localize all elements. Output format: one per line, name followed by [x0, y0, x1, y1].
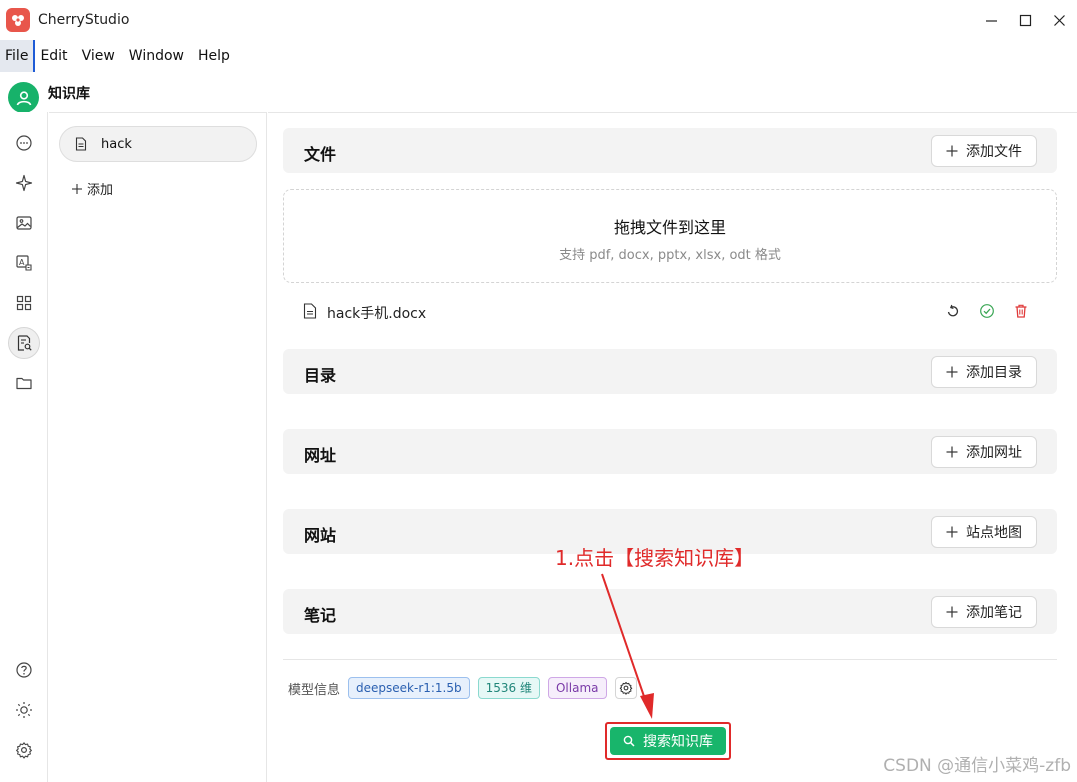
sidebar-item-knowledge[interactable]: [8, 327, 40, 359]
section-url: 网址 添加网址: [283, 429, 1057, 474]
sidebar-item-translate[interactable]: A: [8, 247, 40, 279]
dropzone-subtitle: 支持 pdf, docx, pptx, xlsx, odt 格式: [559, 248, 781, 263]
section-title: 文件: [304, 145, 337, 164]
knowledge-base-list: hack 添加: [49, 112, 267, 782]
sparkle-icon: [15, 174, 33, 192]
document-icon: [75, 137, 87, 151]
add-note-button[interactable]: 添加笔记: [931, 596, 1037, 628]
svg-text:A: A: [19, 258, 25, 267]
annotation-text: 1.点击【搜索知识库】: [555, 546, 755, 570]
file-dropzone[interactable]: 拖拽文件到这里 支持 pdf, docx, pptx, xlsx, odt 格式: [283, 189, 1057, 283]
section-title: 目录: [304, 366, 337, 385]
add-url-button[interactable]: 添加网址: [931, 436, 1037, 468]
sidebar-item-apps[interactable]: [8, 287, 40, 319]
button-label: 添加笔记: [966, 605, 1022, 621]
button-label: 添加网址: [966, 445, 1022, 461]
list-item: hack手机.docx: [283, 295, 1057, 327]
avatar[interactable]: [8, 82, 39, 113]
knowledge-icon: [17, 335, 32, 351]
document-icon: [303, 303, 317, 319]
apps-icon: [16, 295, 32, 311]
refresh-icon[interactable]: [945, 303, 961, 319]
sidebar-rail: A: [0, 112, 48, 782]
dropzone-title: 拖拽文件到这里: [613, 218, 726, 237]
app-logo-icon: [6, 8, 30, 32]
add-sitemap-button[interactable]: 站点地图: [931, 516, 1037, 548]
model-tag: deepseek-r1:1.5b: [348, 677, 470, 699]
divider: [283, 659, 1057, 660]
add-file-button[interactable]: 添加文件: [931, 135, 1037, 167]
sidebar-item-files[interactable]: [8, 367, 40, 399]
plus-icon: [72, 183, 82, 194]
title-bar: CherryStudio: [0, 0, 1077, 40]
chat-icon: [16, 135, 32, 151]
minimize-button[interactable]: [977, 8, 1005, 32]
dimension-tag: 1536 维: [477, 677, 540, 699]
add-kb-button[interactable]: 添加: [71, 179, 113, 198]
trash-icon[interactable]: [1013, 303, 1029, 319]
search-knowledge-button[interactable]: 搜索知识库: [610, 727, 726, 755]
model-info: 模型信息 deepseek-r1:1.5b 1536 维 Ollama: [288, 677, 637, 699]
button-label: 站点地图: [966, 525, 1022, 541]
translate-icon: A: [16, 255, 32, 271]
add-directory-button[interactable]: 添加目录: [931, 356, 1037, 388]
folder-icon: [16, 377, 32, 390]
image-icon: [16, 216, 32, 230]
add-kb-label: 添加: [87, 183, 114, 198]
section-title: 网站: [304, 526, 337, 545]
menu-file[interactable]: File: [0, 40, 36, 72]
button-label: 添加目录: [966, 365, 1022, 381]
menu-window[interactable]: Window: [124, 40, 189, 72]
plus-icon: [946, 606, 958, 618]
menu-help[interactable]: Help: [193, 40, 235, 72]
section-title: 笔记: [304, 606, 337, 625]
menu-bar: File Edit View Window Help: [0, 40, 1077, 72]
button-label: 添加文件: [966, 144, 1022, 160]
annotation-arrow-icon: [601, 573, 654, 719]
search-button-label: 搜索知识库: [643, 734, 713, 750]
plus-icon: [946, 526, 958, 538]
sun-icon: [16, 702, 32, 718]
close-button[interactable]: [1045, 8, 1073, 32]
app-title: CherryStudio: [38, 12, 130, 28]
page-title: 知识库: [48, 86, 90, 102]
kb-item-label: hack: [101, 136, 132, 152]
plus-icon: [946, 446, 958, 458]
settings-button[interactable]: [8, 734, 40, 766]
menu-view[interactable]: View: [77, 40, 120, 72]
section-title: 网址: [304, 446, 337, 465]
sidebar-item-paint[interactable]: [8, 207, 40, 239]
check-circle-icon: [980, 304, 994, 318]
minimize-icon: [985, 19, 997, 22]
close-icon: [1053, 14, 1065, 26]
kb-item-hack[interactable]: hack: [59, 126, 257, 162]
plus-icon: [946, 366, 958, 378]
maximize-icon: [1019, 14, 1031, 26]
sidebar-item-agents[interactable]: [8, 167, 40, 199]
watermark: CSDN @通信小菜鸡-zfb: [883, 756, 1071, 776]
knowledge-detail: 文件 添加文件 拖拽文件到这里 支持 pdf, docx, pptx, xlsx…: [268, 112, 1077, 782]
user-icon: [16, 90, 31, 105]
help-icon: [16, 662, 32, 678]
sidebar-item-chat[interactable]: [8, 127, 40, 159]
maximize-button[interactable]: [1011, 8, 1039, 32]
theme-toggle[interactable]: [8, 694, 40, 726]
search-icon: [623, 735, 635, 747]
help-button[interactable]: [8, 654, 40, 686]
file-name: hack手机.docx: [327, 306, 427, 322]
model-info-label: 模型信息: [288, 682, 341, 698]
plus-icon: [946, 145, 958, 157]
gear-icon: [16, 742, 32, 759]
section-notes: 笔记 添加笔记: [283, 589, 1057, 634]
page-header: 知识库: [0, 72, 1077, 113]
menu-edit[interactable]: Edit: [35, 40, 72, 72]
section-directory: 目录 添加目录: [283, 349, 1057, 394]
section-files: 文件 添加文件: [283, 128, 1057, 173]
